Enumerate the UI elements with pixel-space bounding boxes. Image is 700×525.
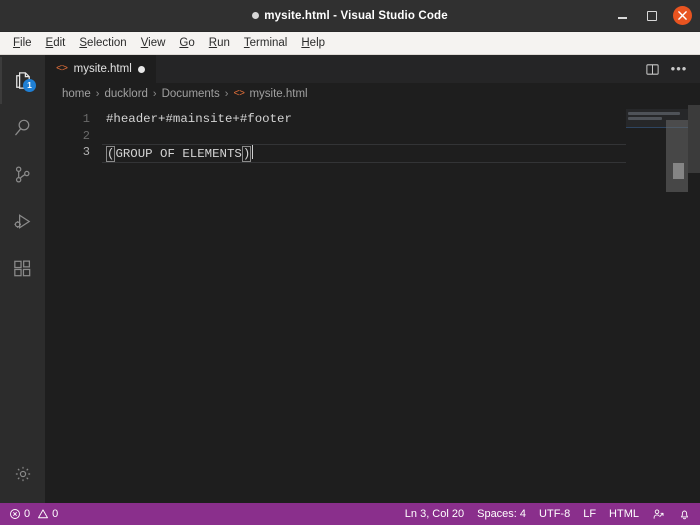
breadcrumb-separator: › [224,88,229,100]
activity-item-manage[interactable] [0,450,45,497]
maximize-icon [646,10,657,21]
more-actions-button[interactable]: ••• [668,58,690,80]
menu-view[interactable]: View [134,35,173,51]
activity-bar-top: 1 [0,57,45,292]
bell-icon [680,510,689,519]
line-number: 1 [82,112,90,126]
minimize-button[interactable] [615,8,630,23]
menu-help[interactable]: Help [294,35,332,51]
line-number: 2 [82,128,90,143]
breadcrumb-separator: › [95,88,100,100]
minimap[interactable] [626,105,688,503]
minimize-icon [618,17,627,19]
title-bar: mysite.html - Visual Studio Code [0,0,700,32]
problems-status[interactable]: 0 0 [9,508,58,520]
close-button[interactable] [673,6,692,25]
error-count: 0 [24,508,31,520]
feedback-icon [653,509,664,519]
feedback-button[interactable] [652,508,665,521]
window-title-text: mysite.html - Visual Studio Code [264,9,448,22]
search-icon [15,119,30,136]
html-file-icon: <> [233,88,245,100]
breadcrumb-item-documents[interactable]: Documents [162,88,220,100]
line-number-gutter: 1 2 3 [45,105,102,503]
source-control-icon [15,166,30,183]
minimap-decoration [666,120,688,192]
status-bar: 0 0 Ln 3, Col 20 Spaces: 4 UTF-8 LF HTML [0,503,700,525]
activity-item-explorer[interactable]: 1 [0,57,45,104]
code-line-3[interactable]: (GROUP OF ELEMENTS) [102,144,690,163]
error-icon [10,509,20,519]
editor-actions: ••• [641,55,700,83]
unsaved-dot-icon [252,12,260,19]
tab-label: mysite.html [73,63,132,75]
editor-area: 1 2 3 #header+#mainsite+#footer (GROUP O… [45,105,700,503]
vscode-window: mysite.html - Visual Studio Code File Ed… [0,0,700,525]
tab-dirty-dot-icon[interactable] [137,65,145,73]
breadcrumb-separator: › [152,88,157,100]
editor-group: <> mysite.html ••• home › ducklord › Doc… [45,55,700,503]
gear-icon [15,466,30,481]
warning-icon [38,509,49,519]
breadcrumb-item-mysite-html[interactable]: mysite.html [249,88,307,100]
workbench-body: 1 <> mysite.html ••• home › ducklord › D… [0,55,700,503]
activity-item-run-and-debug[interactable] [0,198,45,245]
notifications-button[interactable] [678,508,691,521]
editor-vertical-scrollbar[interactable] [688,105,700,503]
activity-item-search[interactable] [0,104,45,151]
more-actions-icon: ••• [670,61,688,76]
breadcrumb-item-home[interactable]: home [62,88,91,100]
eol-status[interactable]: LF [583,508,596,520]
tab-mysite-html[interactable]: <> mysite.html [45,55,156,83]
text-cursor [252,145,254,159]
run-debug-icon [14,214,31,229]
bracket-match-close: ) [241,146,252,162]
menu-selection[interactable]: Selection [72,35,133,51]
menu-edit[interactable]: Edit [39,35,73,51]
status-bar-left: 0 0 [9,508,58,520]
extensions-icon [14,260,31,277]
code-line-2[interactable] [102,128,700,145]
scrollbar-thumb[interactable] [688,105,700,173]
encoding-status[interactable]: UTF-8 [539,508,570,520]
code-line-3-text: GROUP OF ELEMENTS [115,147,242,161]
explorer-badge: 1 [23,79,36,92]
breadcrumb: home › ducklord › Documents › <> mysite.… [45,83,700,105]
html-file-icon: <> [56,63,68,75]
code-content[interactable]: #header+#mainsite+#footer (GROUP OF ELEM… [102,105,700,503]
activity-item-source-control[interactable] [0,151,45,198]
window-title: mysite.html - Visual Studio Code [252,10,448,22]
minimap-marker [673,163,684,179]
line-number-current: 3 [82,145,90,159]
cursor-position-status[interactable]: Ln 3, Col 20 [405,508,464,520]
tab-bar: <> mysite.html ••• [45,55,700,83]
menu-go[interactable]: Go [172,35,201,51]
maximize-button[interactable] [644,8,659,23]
status-bar-right: Ln 3, Col 20 Spaces: 4 UTF-8 LF HTML [405,508,691,521]
indentation-status[interactable]: Spaces: 4 [477,508,526,520]
breadcrumb-item-ducklord[interactable]: ducklord [104,88,147,100]
menu-run[interactable]: Run [202,35,237,51]
activity-bar: 1 [0,55,45,503]
menu-bar: File Edit Selection View Go Run Terminal… [0,32,700,55]
window-controls [615,0,692,31]
split-editor-button[interactable] [641,58,663,80]
menu-file[interactable]: File [6,35,39,51]
activity-item-extensions[interactable] [0,245,45,292]
language-mode-status[interactable]: HTML [609,508,639,520]
menu-terminal[interactable]: Terminal [237,35,294,51]
close-icon [678,11,687,20]
warning-count: 0 [52,508,59,520]
code-line-1[interactable]: #header+#mainsite+#footer [102,111,700,128]
split-editor-icon [645,63,659,75]
